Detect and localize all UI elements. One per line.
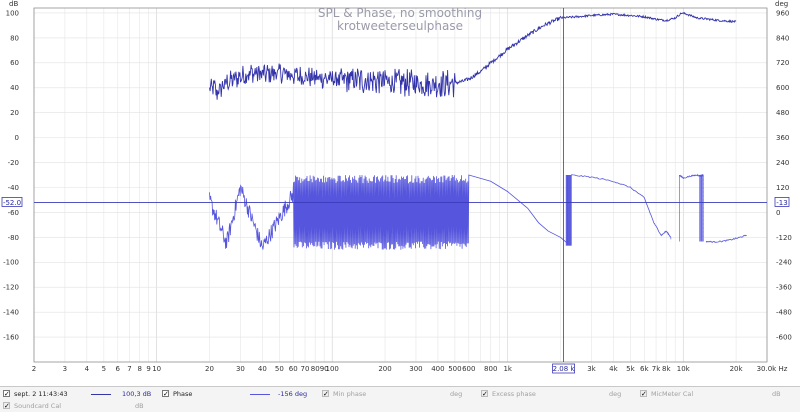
x-tick-label: 80 (311, 365, 320, 373)
x-tick-label: 5k (626, 365, 635, 373)
left-tick-label: -120 (3, 284, 19, 292)
left-tick-label: 40 (10, 84, 19, 92)
phase-checkbox[interactable] (162, 388, 169, 400)
right-tick-label: 600 (776, 84, 789, 92)
x-tick-label: 200 (378, 365, 391, 373)
legend-panel: sept. 2 11:43:43 100,3 dB Phase -156 deg… (0, 386, 800, 412)
right-tick-label: 720 (776, 59, 789, 67)
x-tick-label: 8k (662, 365, 671, 373)
x-tick-label: 6 (116, 365, 121, 373)
x-tick-label: 20k (730, 365, 744, 373)
left-tick-label: -60 (8, 209, 19, 217)
min-phase-label: Min phase (333, 390, 367, 398)
x-tick-label: 300 (409, 365, 422, 373)
spl-swatch (91, 394, 111, 395)
right-axis-unit: deg (775, 0, 788, 8)
x-tick-label: 800 (484, 365, 497, 373)
excess-phase-label: Excess phase (492, 390, 536, 398)
left-tick-label: -20 (8, 159, 19, 167)
soundcard-cal-value: dB (135, 402, 144, 410)
right-tick-label: 360 (776, 134, 789, 142)
micmeter-cal-value: dB (772, 390, 781, 398)
x-tick-label: 4 (85, 365, 90, 373)
left-tick-label: 60 (10, 59, 19, 67)
x-tick-label: 3 (63, 365, 67, 373)
x-tick-label: 10k (677, 365, 691, 373)
left-tick-label: -140 (3, 309, 19, 317)
x-tick-label: 500 (448, 365, 461, 373)
left-tick-label: -100 (3, 259, 19, 267)
phase-value: -156 deg (278, 390, 308, 398)
spl-value: 100,3 dB (122, 390, 152, 398)
soundcard-cal-label: Soundcard Cal (14, 402, 62, 410)
x-tick-label: 8 (137, 365, 141, 373)
left-tick-label: -40 (8, 184, 19, 192)
min-phase-checkbox[interactable] (322, 388, 329, 400)
right-tick-label: 240 (776, 159, 789, 167)
x-tick-label: 6k (640, 365, 649, 373)
chart-title: SPL & Phase, no smoothing (318, 6, 482, 20)
spl-label: sept. 2 11:43:43 (14, 390, 68, 398)
x-tick-label: 30 (236, 365, 245, 373)
x-tick-label: 20 (205, 365, 214, 373)
phase-swatch (250, 394, 270, 395)
x-tick-label: 60 (289, 365, 298, 373)
x-tick-label: 7k (652, 365, 661, 373)
right-tick-label: 480 (776, 109, 789, 117)
x-tick-label: 40 (258, 365, 267, 373)
x-tick-label: 600 (462, 365, 475, 373)
right-tick-label: 120 (776, 184, 789, 192)
x-tick-label: 400 (431, 365, 444, 373)
right-tick-label: -360 (776, 284, 792, 292)
x-tick-label: 70 (301, 365, 310, 373)
right-tick-label: -240 (776, 259, 792, 267)
cursor-y-readout: -52.0 (3, 199, 21, 207)
left-tick-label: -160 (3, 333, 19, 341)
legend-row-2: Soundcard Cal dB (0, 400, 800, 412)
right-tick-label: -600 (776, 333, 792, 341)
x-tick-label: 1k (503, 365, 512, 373)
micmeter-cal-checkbox[interactable] (640, 388, 647, 400)
spl-phase-chart[interactable]: SPL & Phase, no smoothing krotweeterseul… (0, 0, 800, 386)
right-tick-label: -120 (776, 234, 792, 242)
x-tick-label: 50 (275, 365, 284, 373)
cursor-x-readout: 2.08 k (553, 365, 576, 373)
cursor-y-right-readout: -13 (776, 199, 787, 207)
x-tick-label: 4k (609, 365, 618, 373)
x-tick-label: 3k (587, 365, 596, 373)
x-tick-label: 30.0k Hz (757, 365, 788, 373)
chart-subtitle: krotweeterseulphase (337, 19, 463, 33)
micmeter-cal-label: MicMeter Cal (651, 390, 694, 398)
excess-phase-value: deg (609, 390, 622, 398)
phase-label: Phase (173, 390, 193, 398)
spl-checkbox[interactable] (3, 388, 10, 400)
left-tick-label: -80 (8, 234, 19, 242)
x-tick-label: 2 (32, 365, 36, 373)
x-tick-label: 100 (326, 365, 339, 373)
x-tick-label: 5 (102, 365, 106, 373)
left-tick-label: 20 (10, 109, 19, 117)
x-tick-label: 9 (146, 365, 150, 373)
left-tick-label: 100 (6, 9, 19, 17)
min-phase-value: deg (450, 390, 463, 398)
left-tick-label: 0 (15, 134, 19, 142)
right-tick-label: -480 (776, 309, 792, 317)
x-tick-label: 10 (152, 365, 161, 373)
soundcard-cal-checkbox[interactable] (3, 400, 10, 412)
left-axis-unit: dB (9, 0, 18, 8)
right-tick-label: 960 (776, 9, 789, 17)
x-tick-label: 7 (127, 365, 131, 373)
right-tick-label: 840 (776, 34, 789, 42)
excess-phase-checkbox[interactable] (481, 388, 488, 400)
right-tick-label: 0 (776, 209, 780, 217)
legend-row-1: sept. 2 11:43:43 100,3 dB Phase -156 deg… (0, 388, 800, 400)
left-tick-label: 80 (10, 34, 19, 42)
